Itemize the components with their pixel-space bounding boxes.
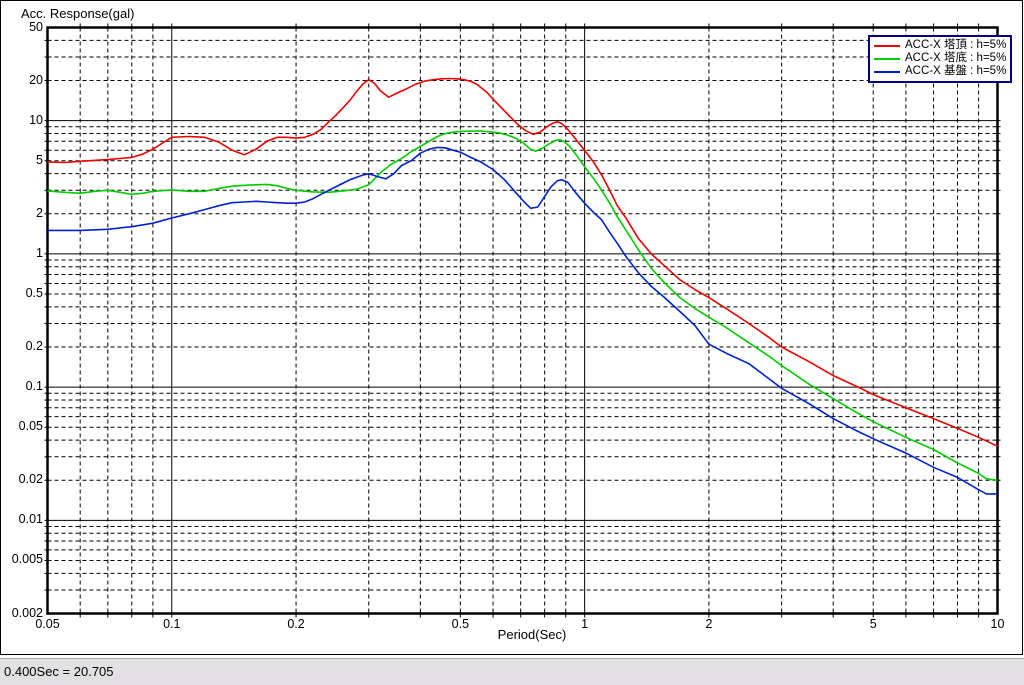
y-tick-label: 2 [36,205,43,220]
x-axis-title: Period(Sec) [497,627,567,642]
legend-label: ACC-X 塔頂 : h=5% [905,39,1007,51]
y-tick-label: 10 [29,112,43,127]
x-tick-label: 10 [990,617,1005,631]
x-tick-label: 2 [705,617,713,631]
legend-label: ACC-X 基盤 : h=5% [905,65,1007,77]
legend-line-swatch [874,70,900,73]
x-tick-label: 0.1 [163,617,181,631]
y-tick-label: 0.2 [25,339,43,353]
legend-line-swatch [874,57,900,60]
spectrum-plot-area[interactable] [1,1,1023,654]
legend-label: ACC-X 塔底 : h=5% [905,52,1007,64]
y-tick-label: 0.01 [18,512,43,527]
y-tick-label: 0.02 [18,472,43,487]
y-tick-label: 50 [29,19,43,34]
legend: ACC-X 塔頂 : h=5% ACC-X 塔底 : h=5% ACC-X 基盤 :… [868,35,1013,83]
status-bar: 0.400Sec = 20.705 [0,658,1024,685]
legend-item: ACC-X 塔底 : h=5% [874,52,1006,65]
status-cursor-readout: 0.400Sec = 20.705 [4,664,114,679]
chart-panel: Acc. Response(gal) 50 20 10 5 2 1 0.5 0.2 0.1 0.0… [0,0,1023,655]
y-tick-label: 1 [36,245,43,260]
y-tick-label: 0.1 [25,379,43,394]
series-curve-2 [47,146,998,495]
x-tick-label: 5 [869,617,877,631]
plot-border [46,26,999,615]
x-tick-label: 0.2 [287,617,305,631]
x-tick-label: 0.05 [35,617,60,631]
y-tick-label: 20 [29,72,43,87]
y-tick-label: 0.005 [11,552,43,567]
y-tick-label: 0.05 [18,419,43,434]
y-tick-label: 5 [36,152,43,167]
y-tick-label: 0.5 [25,285,43,300]
series-curve-1 [47,130,998,482]
legend-item: ACC-X 塔頂 : h=5% [874,39,1006,52]
legend-item: ACC-X 基盤 : h=5% [874,65,1006,78]
x-tick-label: 0.5 [451,617,470,631]
legend-line-swatch [874,44,900,47]
